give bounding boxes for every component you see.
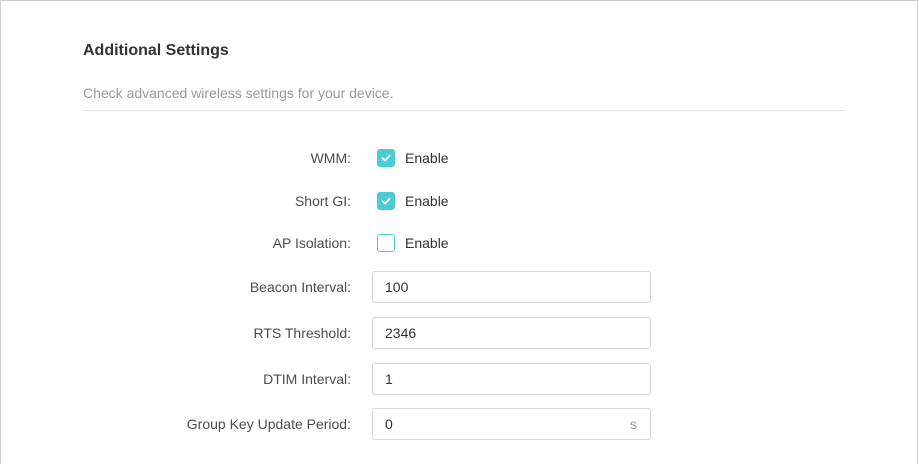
short-gi-enable-label[interactable]: Enable xyxy=(405,185,449,217)
beacon-interval-input[interactable] xyxy=(373,272,613,302)
settings-panel: Additional Settings Check advanced wirel… xyxy=(0,0,918,464)
short-gi-label: Short GI: xyxy=(294,193,351,209)
beacon-interval-row: Beacon Interval: xyxy=(1,271,901,303)
group-key-update-period-input[interactable] xyxy=(373,409,613,439)
ap-isolation-row: AP Isolation: Enable xyxy=(1,227,901,259)
group-key-update-period-field[interactable]: s xyxy=(372,408,651,440)
ap-isolation-label: AP Isolation: xyxy=(272,235,351,251)
wmm-label: WMM: xyxy=(310,150,351,166)
rts-threshold-label: RTS Threshold: xyxy=(253,325,351,341)
wmm-checkbox[interactable] xyxy=(377,149,395,167)
dtim-interval-field[interactable] xyxy=(372,363,651,395)
rts-threshold-row: RTS Threshold: xyxy=(1,317,901,349)
rts-threshold-field[interactable] xyxy=(372,317,651,349)
group-key-update-period-label: Group Key Update Period: xyxy=(186,416,351,432)
short-gi-row: Short GI: Enable xyxy=(1,185,901,217)
section-divider xyxy=(83,110,845,111)
wmm-row: WMM: Enable xyxy=(1,142,901,174)
ap-isolation-enable-label[interactable]: Enable xyxy=(405,227,449,259)
beacon-interval-label: Beacon Interval: xyxy=(249,279,351,295)
dtim-interval-input[interactable] xyxy=(373,364,613,394)
beacon-interval-field[interactable] xyxy=(372,271,651,303)
seconds-unit-label: s xyxy=(630,416,637,432)
wmm-enable-label[interactable]: Enable xyxy=(405,142,449,174)
rts-threshold-input[interactable] xyxy=(373,318,613,348)
dtim-interval-label: DTIM Interval: xyxy=(263,371,351,387)
short-gi-checkbox[interactable] xyxy=(377,192,395,210)
section-title: Additional Settings xyxy=(83,42,229,59)
dtim-interval-row: DTIM Interval: xyxy=(1,363,901,395)
group-key-update-period-row: Group Key Update Period: s xyxy=(1,408,901,440)
section-description: Check advanced wireless settings for you… xyxy=(83,85,394,101)
checkmark-icon xyxy=(381,197,391,205)
ap-isolation-checkbox[interactable] xyxy=(377,234,395,252)
checkmark-icon xyxy=(381,154,391,162)
